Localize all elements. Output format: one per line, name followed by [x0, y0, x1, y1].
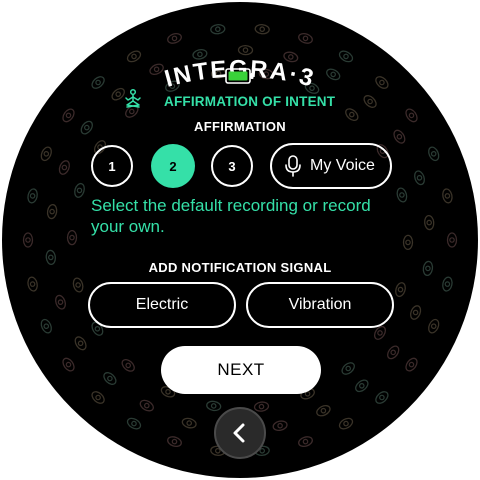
watch-screen: INTEGRA·3 AFFIRMATION OF INTENT AFFIRMAT… — [2, 2, 478, 478]
eye-pattern-glyph — [55, 294, 66, 310]
eye-pattern-glyph — [272, 420, 288, 431]
eye-pattern-glyph — [258, 68, 274, 80]
eye-pattern-glyph — [66, 229, 78, 246]
eye-pattern-glyph — [91, 76, 105, 89]
eye-pattern-glyph — [410, 305, 422, 320]
eye-pattern-glyph — [442, 188, 453, 204]
electric-button[interactable]: Electric — [88, 282, 236, 328]
next-button[interactable]: NEXT — [161, 346, 321, 394]
notification-label: ADD NOTIFICATION SIGNAL — [148, 260, 332, 275]
eye-pattern-glyph — [167, 32, 182, 44]
affirmation-help-text: Select the default recording or record y… — [91, 196, 371, 236]
eye-pattern-glyph — [253, 401, 270, 412]
eye-pattern-glyph — [395, 282, 406, 298]
eye-pattern-glyph — [46, 203, 58, 220]
eye-pattern-glyph — [298, 32, 313, 44]
eye-pattern-glyph — [72, 277, 84, 293]
battery-icon — [225, 68, 254, 84]
eye-pattern-glyph — [316, 404, 331, 417]
eye-pattern-glyph — [192, 49, 208, 60]
chevron-left-icon — [233, 423, 245, 443]
affirmation-label: AFFIRMATION — [194, 119, 286, 134]
eye-pattern-glyph — [298, 436, 313, 448]
eye-pattern-glyph — [341, 362, 355, 375]
eye-pattern-glyph — [74, 182, 85, 198]
eye-pattern-glyph — [91, 391, 105, 404]
eye-pattern-glyph — [405, 357, 418, 372]
my-voice-button[interactable]: My Voice — [270, 143, 392, 189]
eye-pattern-glyph — [375, 391, 389, 404]
eye-pattern-glyph — [355, 379, 369, 393]
eye-pattern-glyph — [424, 214, 435, 231]
eye-pattern-glyph — [40, 146, 52, 162]
eye-pattern-glyph — [210, 24, 226, 35]
eye-pattern-glyph — [254, 24, 270, 35]
eye-pattern-glyph — [121, 359, 135, 372]
eye-pattern-glyph — [387, 345, 400, 360]
eye-pattern-glyph — [338, 417, 354, 430]
eye-pattern-glyph — [126, 50, 142, 63]
eye-pattern-glyph — [27, 276, 38, 292]
eye-pattern-glyph — [167, 436, 182, 448]
eye-pattern-glyph — [181, 417, 197, 429]
affirmation-option-2[interactable]: 2 — [151, 144, 195, 188]
affirmation-option-3[interactable]: 3 — [211, 145, 253, 187]
eye-pattern-glyph — [139, 399, 154, 412]
eye-pattern-glyph — [149, 63, 164, 76]
eye-pattern-glyph — [58, 160, 70, 175]
eye-pattern-glyph — [446, 232, 458, 248]
affirmation-option-1[interactable]: 1 — [91, 145, 133, 187]
eye-pattern-glyph — [62, 357, 75, 372]
back-button[interactable] — [214, 407, 266, 459]
eye-pattern-glyph — [428, 318, 440, 334]
eye-pattern-glyph — [338, 50, 354, 63]
eye-pattern-glyph — [363, 95, 377, 108]
microphone-icon — [285, 155, 301, 177]
eye-pattern-glyph — [326, 68, 341, 81]
eye-pattern-glyph — [206, 400, 222, 412]
eye-pattern-glyph — [210, 68, 227, 79]
eye-pattern-glyph — [103, 372, 117, 385]
eye-pattern-glyph — [22, 232, 34, 248]
eye-pattern-glyph — [402, 234, 414, 251]
eye-pattern-glyph — [27, 188, 38, 204]
meditation-icon — [125, 88, 141, 108]
eye-pattern-glyph — [40, 318, 52, 334]
screen-subtitle: AFFIRMATION OF INTENT — [164, 94, 336, 109]
vibration-button[interactable]: Vibration — [246, 282, 394, 328]
eye-pattern-glyph — [283, 51, 299, 63]
eye-pattern-glyph — [126, 417, 142, 430]
eye-pattern-glyph — [414, 170, 425, 186]
my-voice-label: My Voice — [310, 157, 375, 174]
eye-pattern-glyph — [428, 146, 440, 162]
eye-pattern-glyph — [165, 80, 180, 92]
eye-pattern-glyph — [375, 76, 389, 89]
eye-pattern-glyph — [442, 276, 453, 292]
eye-pattern-glyph — [237, 44, 254, 56]
eye-pattern-glyph — [396, 187, 408, 203]
eye-pattern-glyph — [74, 336, 87, 351]
